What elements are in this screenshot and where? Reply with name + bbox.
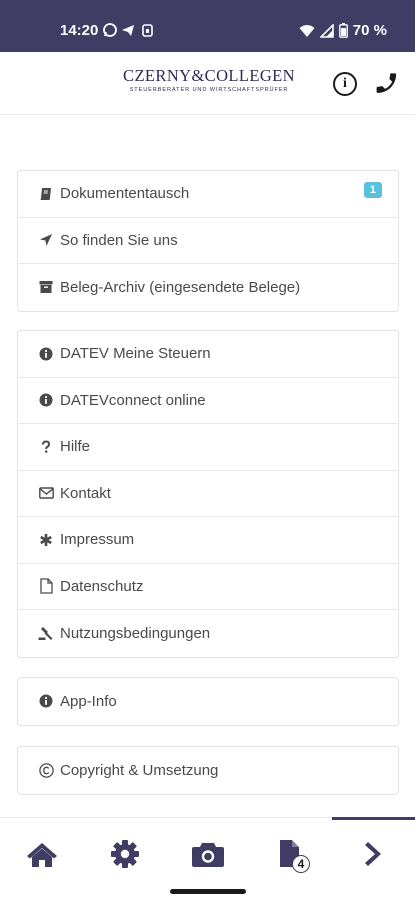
gesture-area [0, 883, 415, 900]
menu-item-beleg-archiv[interactable]: Beleg-Archiv (eingesendete Belege) [18, 264, 398, 311]
documents-count-badge: 4 [292, 855, 310, 873]
nav-forward[interactable] [354, 838, 394, 870]
menu-item-datenschutz[interactable]: Datenschutz [18, 564, 398, 610]
wifi-icon [299, 24, 315, 37]
menu-item-hilfe[interactable]: Hilfe [18, 424, 398, 471]
asterisk-icon [38, 532, 54, 548]
menu-group-app-info: App-Info [17, 677, 399, 726]
question-icon [38, 439, 54, 455]
camera-icon [192, 843, 224, 867]
phone-icon [376, 73, 397, 93]
app-header: CZERNY&COLLEGEN STEUERBERATER UND WIRTSC… [0, 52, 415, 115]
notification-icons [103, 22, 163, 41]
menu-item-nutzungsbedingungen[interactable]: Nutzungsbedingungen [18, 610, 398, 657]
menu-item-label: DATEVconnect online [60, 391, 206, 409]
menu-item-kontakt[interactable]: Kontakt [18, 471, 398, 517]
menu-item-datev-meine-steuern[interactable]: DATEV Meine Steuern [18, 331, 398, 378]
file-icon [38, 578, 54, 594]
nav-home[interactable] [22, 838, 62, 870]
menu-item-label: Datenschutz [60, 577, 144, 595]
menu-item-app-info[interactable]: App-Info [18, 678, 398, 725]
info-circle-icon [38, 346, 54, 362]
home-icon [27, 843, 57, 867]
forward-icon [365, 842, 381, 866]
archive-icon [38, 279, 54, 295]
nav-camera[interactable] [188, 838, 228, 870]
settings-icon [111, 840, 139, 868]
envelope-icon [38, 485, 54, 501]
menu-item-label: Beleg-Archiv (eingesendete Belege) [60, 278, 301, 296]
active-tab-indicator [332, 817, 415, 820]
nav-settings[interactable] [105, 838, 145, 870]
company-logo: CZERNY&COLLEGEN STEUERBERATER UND WIRTSC… [110, 66, 308, 94]
status-time: 14:20 [60, 22, 99, 39]
battery-icon [338, 23, 348, 38]
menu-item-label: Nutzungsbedingungen [60, 624, 211, 642]
menu-item-label: App-Info [60, 692, 117, 710]
gavel-icon [38, 625, 54, 641]
menu-item-label: Dokumententausch [60, 185, 190, 203]
menu-item-datevconnect[interactable]: DATEVconnect online [18, 378, 398, 424]
bottom-navigation: 4 [0, 817, 415, 883]
menu-item-label: Hilfe [60, 438, 91, 456]
menu-group-copyright: Copyright & Umsetzung [17, 746, 399, 795]
signal-icon [319, 23, 334, 38]
status-bar: 14:20 70 % [0, 0, 415, 52]
unread-badge: 1 [363, 182, 382, 198]
book-icon [38, 186, 54, 202]
menu-group-info: DATEV Meine Steuern DATEVconnect online … [17, 330, 399, 658]
menu-item-impressum[interactable]: Impressum [18, 517, 398, 564]
menu-item-label: Copyright & Umsetzung [60, 761, 219, 779]
whatsapp-telegram-sim-icons [103, 23, 153, 37]
nav-documents[interactable]: 4 [270, 838, 310, 873]
menu-item-label: Kontakt [60, 484, 111, 502]
copyright-icon [38, 762, 54, 778]
logo-name: CZERNY&COLLEGEN [123, 66, 295, 85]
menu-group-documents: Dokumententausch 1 So finden Sie uns Bel… [17, 170, 399, 312]
info-button[interactable]: i [333, 72, 357, 96]
battery-percentage: 70 % [352, 22, 387, 39]
phone-button[interactable] [374, 70, 400, 96]
menu-item-label: DATEV Meine Steuern [60, 345, 211, 363]
system-status: 70 % [299, 22, 387, 39]
menu-item-label: So finden Sie uns [60, 231, 178, 249]
info-icon: i [343, 76, 347, 91]
location-arrow-icon [38, 232, 54, 248]
menu-item-label: Impressum [60, 531, 135, 549]
menu-item-location[interactable]: So finden Sie uns [18, 218, 398, 264]
home-gesture-bar[interactable] [170, 889, 246, 894]
menu-item-dokumententausch[interactable]: Dokumententausch 1 [18, 171, 398, 218]
info-circle-icon [38, 392, 54, 408]
info-circle-icon [38, 693, 54, 709]
menu-item-copyright[interactable]: Copyright & Umsetzung [18, 747, 398, 794]
logo-subtitle: STEUERBERATER UND WIRTSCHAFTSPRÜFER [129, 87, 289, 93]
